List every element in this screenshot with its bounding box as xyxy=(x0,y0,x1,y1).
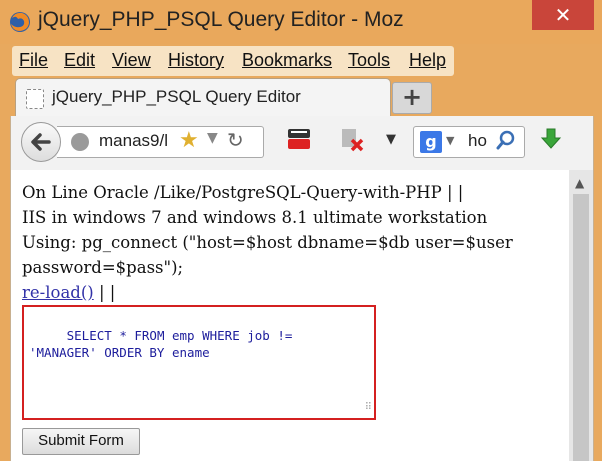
window-title: jQuery_PHP_PSQL Query Editor - Moz xyxy=(38,8,404,31)
search-bar[interactable]: g ▼ ho xyxy=(413,126,525,158)
menu-view[interactable]: View xyxy=(112,50,151,71)
search-engine-dropdown-icon[interactable]: ▼ xyxy=(446,134,454,147)
block-icon[interactable] xyxy=(337,126,365,154)
menu-file[interactable]: File xyxy=(19,50,48,71)
menu-bookmarks-label: Bookmarks xyxy=(242,50,333,70)
menu-edit-label: Edit xyxy=(64,50,96,70)
reload-line: re-load() | | xyxy=(22,280,552,305)
title-bar: jQuery_PHP_PSQL Query Editor - Moz ✕ xyxy=(0,0,602,44)
search-input[interactable]: ho xyxy=(468,131,487,151)
menu-view-label: View xyxy=(112,50,151,70)
bookmark-star-icon[interactable]: ★ xyxy=(179,128,199,153)
menu-history[interactable]: History xyxy=(168,50,224,71)
vertical-scrollbar[interactable]: ▲ xyxy=(569,170,593,461)
query-text: SELECT * FROM emp WHERE job != 'MANAGER'… xyxy=(29,328,293,360)
url-bar[interactable]: manas9/l ★ ▼ ↻ xyxy=(57,126,264,158)
youtube-icon[interactable] xyxy=(285,126,313,154)
tab-query-editor[interactable]: jQuery_PHP_PSQL Query Editor xyxy=(15,78,391,117)
page-description: On Line Oracle /Like/PostgreSQL-Query-wi… xyxy=(22,180,552,305)
menu-tools-label: Tools xyxy=(348,50,391,70)
menu-help[interactable]: Help xyxy=(409,50,446,71)
page-line-3: Using: pg_connect ("host=$host dbname=$d… xyxy=(22,233,513,252)
page-line-1: On Line Oracle /Like/PostgreSQL-Query-wi… xyxy=(22,183,464,202)
page-line-4: password=$pass"); xyxy=(22,258,184,277)
resize-grip-icon[interactable]: ⠿ xyxy=(365,399,372,416)
menu-tools[interactable]: Tools xyxy=(348,50,390,71)
menu-edit[interactable]: Edit xyxy=(64,50,95,71)
query-textarea[interactable]: SELECT * FROM emp WHERE job != 'MANAGER'… xyxy=(22,305,376,420)
nav-toolbar: manas9/l ★ ▼ ↻ ▼ g ▼ ho xyxy=(10,116,594,170)
menu-file-label: File xyxy=(19,50,49,70)
menu-bar: File Edit View History Bookmarks Tools H… xyxy=(12,46,454,76)
menu-bookmarks[interactable]: Bookmarks xyxy=(242,50,332,71)
url-text: manas9/l xyxy=(99,131,168,150)
new-tab-button[interactable]: + xyxy=(392,82,432,114)
scrollbar-thumb[interactable] xyxy=(573,194,589,461)
page-icon xyxy=(26,89,44,109)
scroll-up-icon[interactable]: ▲ xyxy=(575,176,584,190)
reload-link[interactable]: re-load() xyxy=(22,283,94,302)
page-content: On Line Oracle /Like/PostgreSQL-Query-wi… xyxy=(10,170,594,461)
reload-separator: | | xyxy=(93,283,116,302)
firefox-logo-icon xyxy=(10,12,30,32)
tab-label: jQuery_PHP_PSQL Query Editor xyxy=(52,87,301,106)
menu-help-label: Help xyxy=(409,50,447,70)
url-dropdown-icon[interactable]: ▼ xyxy=(207,130,218,146)
globe-icon xyxy=(71,133,89,151)
google-icon[interactable]: g xyxy=(420,131,442,153)
window-close-button[interactable]: ✕ xyxy=(532,0,594,30)
toolbar-dropdown-icon[interactable]: ▼ xyxy=(377,126,405,154)
search-icon[interactable] xyxy=(496,129,516,158)
menu-history-label: History xyxy=(168,50,225,70)
back-button[interactable] xyxy=(21,122,61,162)
page-line-2: IIS in windows 7 and windows 8.1 ultimat… xyxy=(22,208,488,227)
reload-icon[interactable]: ↻ xyxy=(227,128,244,152)
download-icon[interactable] xyxy=(537,126,565,154)
back-arrow-icon xyxy=(31,133,51,151)
submit-form-button[interactable]: Submit Form xyxy=(22,428,140,455)
